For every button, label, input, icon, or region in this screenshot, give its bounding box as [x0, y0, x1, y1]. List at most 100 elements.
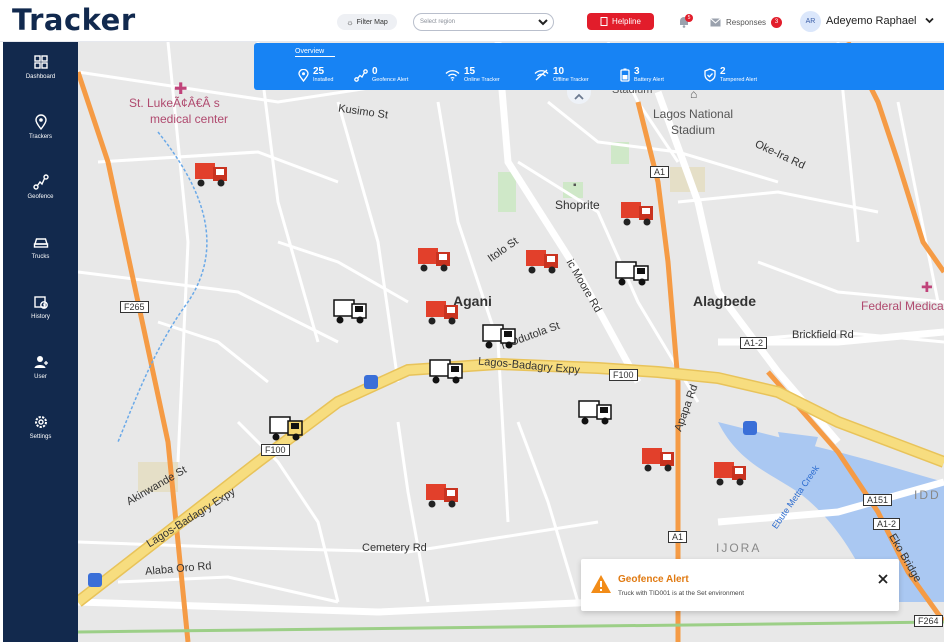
app-logo[interactable]: Tracker	[12, 3, 136, 37]
stat-label: Geofence Alert	[372, 77, 409, 83]
map-label: IDD	[914, 488, 941, 502]
truck-marker-online[interactable]	[191, 155, 231, 191]
alert-title: Geofence Alert	[618, 574, 689, 585]
truck-marker-offline[interactable]	[266, 409, 306, 445]
battery-icon	[620, 68, 630, 82]
road-shield: A1	[650, 166, 670, 178]
region-select[interactable]: Select region	[413, 13, 554, 31]
stat-label: Offline Tracker	[553, 77, 589, 83]
map-label: St. LukeÃ¢Â€Â s	[129, 96, 220, 110]
grid-icon	[33, 55, 48, 69]
stat-offline-tracker[interactable]: 10 Offline Tracker	[534, 66, 589, 84]
map-label: Stadium	[671, 123, 716, 137]
chevron-down-icon	[538, 19, 548, 26]
truck-marker-offline[interactable]	[330, 292, 370, 328]
truck-marker-online[interactable]	[422, 293, 462, 329]
stat-value: 25	[313, 66, 325, 77]
helpline-label: Helpline	[612, 17, 641, 26]
truck-marker-offline[interactable]	[612, 254, 652, 290]
calendar-clock-icon	[33, 296, 48, 309]
sidebar-item-label: Trackers	[28, 134, 53, 140]
stat-value: 10	[553, 66, 565, 77]
hospital-icon: ✚	[921, 279, 933, 295]
sidebar-item-geofence[interactable]: Geofence	[3, 174, 78, 214]
truck-marker-offline[interactable]	[426, 352, 466, 388]
road-shield: F265	[120, 301, 149, 313]
geofence-alert-toast: Geofence Alert Truck with TID001 is at t…	[581, 559, 899, 611]
shield-icon	[704, 68, 716, 82]
sidebar-item-label: Geofence	[27, 194, 54, 200]
stat-label: Installed	[313, 77, 334, 83]
truck-marker-online[interactable]	[422, 476, 462, 512]
stat-label: Battery Alert	[634, 77, 664, 83]
sidebar-item-label: Dashboard	[25, 74, 56, 80]
sidebar-item-dashboard[interactable]: Dashboard	[3, 54, 78, 94]
road-shield: A1-2	[740, 337, 768, 349]
map-label: Cemetery Rd	[362, 542, 427, 554]
overview-title: Overview	[295, 48, 335, 57]
sidebar-item-trucks[interactable]: Trucks	[3, 234, 78, 274]
road-shield: F100	[261, 444, 290, 456]
wifi-icon	[445, 70, 460, 81]
region-placeholder: Select region	[420, 19, 456, 25]
sidebar-item-user[interactable]: User	[3, 354, 78, 394]
road-shield: A151	[863, 494, 893, 506]
sidebar-item-history[interactable]: History	[3, 294, 78, 334]
filter-map-button[interactable]: ☼ Filter Map	[337, 14, 397, 30]
close-icon[interactable]	[876, 572, 890, 586]
stat-tampered-alert[interactable]: 2 Tampered Alert	[704, 66, 757, 84]
stat-installed[interactable]: 25 Installed	[298, 66, 334, 84]
sidebar-item-settings[interactable]: Settings	[3, 414, 78, 454]
avatar[interactable]: AR	[800, 11, 821, 32]
location-pin-icon	[298, 68, 309, 82]
truck-marker-online[interactable]	[710, 454, 750, 490]
lightbulb-icon: ☼	[346, 17, 354, 27]
route-icon	[354, 68, 368, 82]
stat-online-tracker[interactable]: 15 Online Tracker	[445, 66, 500, 84]
sidebar-item-trackers[interactable]: Trackers	[3, 114, 78, 154]
map-canvas[interactable]: ✚ ✚ ⌂ ▪ St. LukeÃ¢Â€Â s medical center K…	[78, 42, 944, 642]
truck-marker-online[interactable]	[414, 240, 454, 276]
helpline-button[interactable]: Helpline	[587, 13, 654, 30]
sidebar-item-label: Trucks	[31, 254, 50, 260]
notifications-count: 5	[685, 14, 693, 22]
mail-icon	[710, 17, 721, 26]
road-shield: F264	[914, 615, 943, 627]
road-shield: F100	[609, 369, 638, 381]
notifications-button[interactable]: 5	[676, 13, 694, 31]
chevron-down-icon[interactable]	[924, 15, 935, 26]
stat-value: 15	[464, 66, 476, 77]
stat-value: 2	[720, 66, 726, 77]
stat-geofence-alert[interactable]: 0 Geofence Alert	[354, 66, 408, 84]
map-label: Lagos National	[653, 107, 734, 121]
responses-label: Responses	[726, 17, 767, 27]
top-bar: Tracker ☼ Filter Map Select region Helpl…	[0, 0, 944, 42]
truck-marker-online[interactable]	[638, 440, 678, 476]
train-station-icon	[743, 421, 757, 435]
map-label: Brickfield Rd	[792, 329, 854, 341]
sidebar: Dashboard Trackers Geofence Trucks Histo…	[3, 42, 78, 642]
truck-marker-offline[interactable]	[575, 393, 615, 429]
sidebar-item-label: History	[31, 314, 50, 320]
wifi-off-icon	[534, 69, 549, 81]
stat-label: Online Tracker	[464, 77, 500, 83]
stat-battery-alert[interactable]: 3 Battery Alert	[620, 66, 664, 84]
map-label: Federal Medica	[861, 299, 944, 313]
stat-value: 3	[634, 66, 640, 77]
user-name[interactable]: Adeyemo Raphael	[826, 15, 917, 27]
truck-marker-online[interactable]	[617, 194, 657, 230]
map-label: Alagbede	[693, 293, 757, 309]
car-icon	[33, 238, 48, 248]
filter-map-label: Filter Map	[356, 18, 388, 26]
overview-panel: Overview 25 Installed 0 Geofence Alert 15 O…	[254, 43, 944, 90]
responses-button[interactable]: Responses 3	[710, 14, 783, 30]
train-station-icon	[364, 375, 378, 389]
user-icon	[34, 356, 48, 368]
stat-label: Tampered Alert	[720, 77, 757, 83]
app-root: ✚ ✚ ⌂ ▪ St. LukeÃ¢Â€Â s medical center K…	[0, 0, 944, 642]
truck-marker-online[interactable]	[522, 242, 562, 278]
truck-marker-offline[interactable]	[479, 317, 519, 353]
sidebar-item-label: Settings	[29, 434, 52, 440]
alert-message: Truck with TID001 is at the Set environm…	[618, 590, 745, 597]
road-shield: A1	[668, 531, 688, 543]
